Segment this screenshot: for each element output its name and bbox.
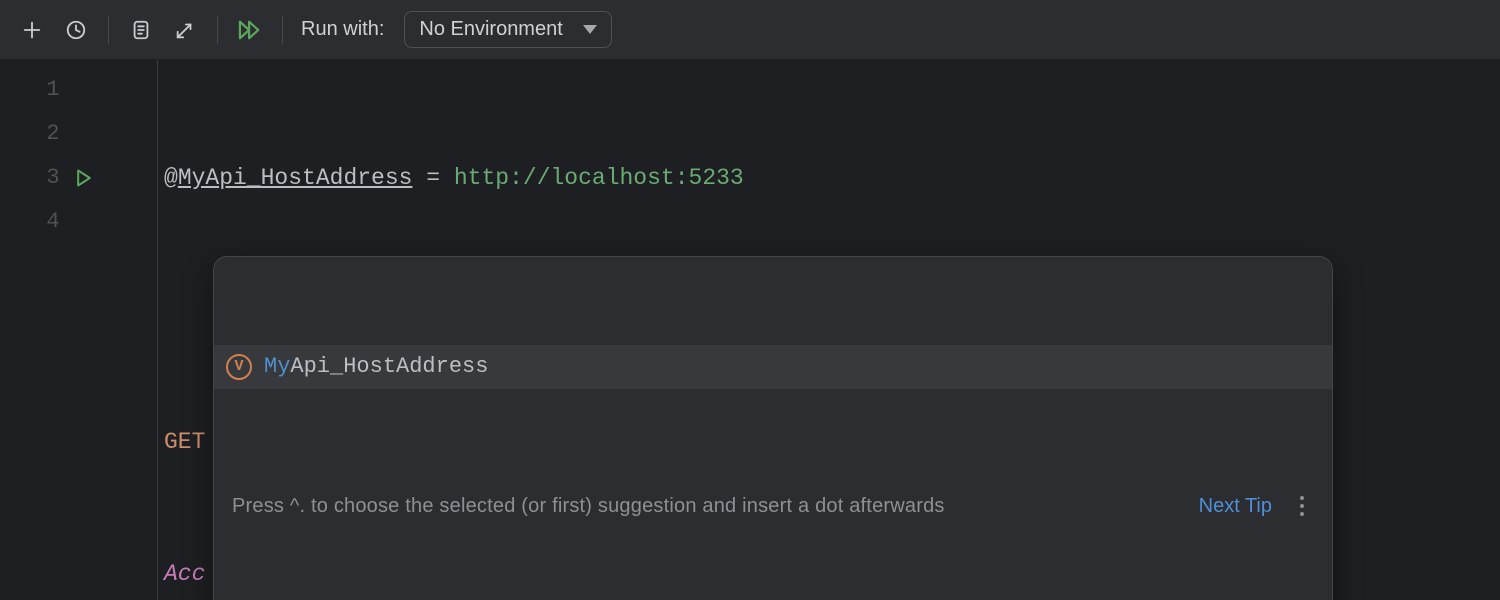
- run-with-label: Run with:: [301, 18, 384, 41]
- kebab-dot-icon: [1300, 496, 1304, 500]
- new-request-button[interactable]: [14, 12, 50, 48]
- suggestion-text: MyApi_HostAddress: [264, 345, 488, 389]
- chevron-down-icon: [583, 25, 597, 34]
- autocomplete-popup: V MyApi_HostAddress Press ^. to choose t…: [213, 256, 1333, 600]
- run-line-button[interactable]: [60, 168, 157, 188]
- run-all-button[interactable]: [232, 12, 268, 48]
- history-button[interactable]: [58, 12, 94, 48]
- toolbar-separator: [282, 16, 283, 44]
- kebab-dot-icon: [1300, 512, 1304, 516]
- run-icon: [74, 168, 94, 188]
- suggestion-hint-bar: Press ^. to choose the selected (or firs…: [214, 477, 1332, 535]
- more-options-button[interactable]: [1290, 496, 1314, 516]
- code-area[interactable]: @MyApi_HostAddress = http://localhost:52…: [158, 60, 1500, 600]
- next-tip-link[interactable]: Next Tip: [1199, 484, 1272, 528]
- environment-select[interactable]: No Environment: [404, 11, 611, 48]
- examples-button[interactable]: [123, 12, 159, 48]
- import-arrow-icon: [174, 19, 196, 41]
- environment-value: No Environment: [419, 18, 562, 41]
- clock-icon: [65, 19, 87, 41]
- document-icon: [130, 19, 152, 41]
- code-line[interactable]: @MyApi_HostAddress = http://localhost:52…: [164, 156, 1500, 200]
- hint-text: Press ^. to choose the selected (or firs…: [232, 484, 1181, 528]
- suggestion-item[interactable]: V MyApi_HostAddress: [214, 345, 1332, 389]
- line-number: 4: [0, 200, 60, 244]
- kebab-dot-icon: [1300, 504, 1304, 508]
- line-number: 1: [0, 68, 60, 112]
- toolbar-separator: [217, 16, 218, 44]
- line-number: 3: [0, 156, 60, 200]
- line-number: 2: [0, 112, 60, 156]
- editor-gutter: 1 2 3 4: [0, 60, 158, 600]
- run-all-icon: [237, 19, 263, 41]
- import-button[interactable]: [167, 12, 203, 48]
- toolbar-separator: [108, 16, 109, 44]
- variable-badge-icon: V: [226, 354, 252, 380]
- code-editor[interactable]: 1 2 3 4 @MyApi_HostAddress = http://loca…: [0, 60, 1500, 600]
- http-toolbar: Run with: No Environment: [0, 0, 1500, 60]
- plus-icon: [21, 19, 43, 41]
